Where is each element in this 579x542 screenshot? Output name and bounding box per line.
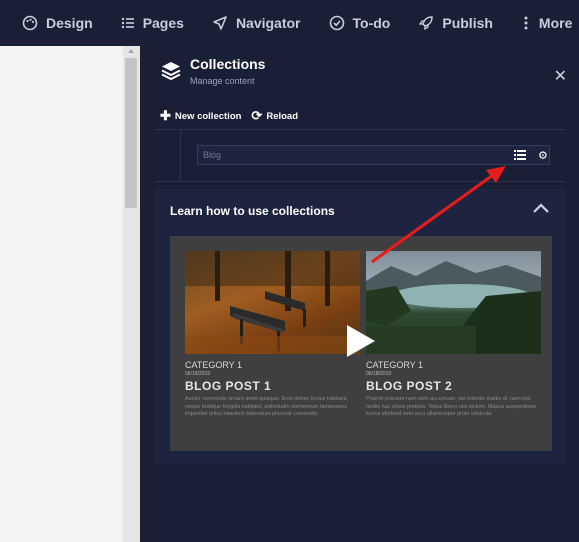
rocket-icon [419,16,434,31]
learn-section: Learn how to use collections CATEGORY 1 … [155,189,565,465]
post-1-date: 06/18/2019 [185,371,211,377]
nav-navigator[interactable]: Navigator [212,15,301,31]
list-items-icon[interactable] [514,150,526,160]
post-1-title: BLOG POST 1 [185,379,272,393]
nav-todo[interactable]: To-do [329,15,391,31]
palette-icon [22,15,38,31]
reload-button[interactable]: ⟳ Reload [251,108,298,124]
nav-more[interactable]: More [521,15,572,31]
navigation-arrow-icon [213,16,227,30]
nav-publish[interactable]: Publish [418,15,493,31]
vertical-dots-icon [524,16,528,30]
nav-publish-label: Publish [442,15,493,31]
top-navigation-bar: Design Pages Navigator To-do Publish Mor… [0,0,579,46]
new-collection-button[interactable]: ✚ New collection [160,108,241,124]
collection-item-blog[interactable]: Blog ⚙ [197,145,550,165]
nav-design-label: Design [46,15,93,31]
gear-icon[interactable]: ⚙ [538,149,548,162]
new-collection-label: New collection [174,110,242,122]
check-circle-icon [329,15,344,31]
nav-todo-label: To-do [352,15,391,31]
nav-navigator-label: Navigator [235,15,301,31]
panel-title: Collections [190,56,266,72]
panel-subtitle: Manage content [190,76,255,86]
post-1-category: CATEGORY 1 [185,360,243,370]
reload-label: Reload [266,110,299,122]
tutorial-video[interactable]: CATEGORY 1 06/18/2019 BLOG POST 1 Auctor… [170,236,552,451]
page-canvas[interactable] [0,46,140,542]
reload-icon: ⟳ [251,108,263,123]
nav-design[interactable]: Design [22,15,93,31]
divider [155,129,565,130]
blog-post-1-image [185,251,360,354]
collections-panel: Collections Manage content ✕ ✚ New colle… [140,46,579,542]
panel-header: Collections Manage content [160,56,265,86]
divider [155,181,565,182]
post-2-category: CATEGORY 1 [366,360,424,370]
canvas-scroll-thumb[interactable] [125,58,137,208]
post-2-excerpt: Potenti posuere nam sem accumsan, est lo… [366,396,537,417]
plus-icon: ✚ [160,108,171,123]
scroll-up-arrow-icon[interactable] [128,49,134,53]
close-icon[interactable]: ✕ [554,66,567,86]
learn-title: Learn how to use collections [170,204,335,218]
layers-icon [161,62,181,81]
chevron-up-icon[interactable] [533,203,549,213]
collection-name: Blog [203,150,222,160]
blog-post-2-image [366,251,541,354]
tree-line [180,130,181,182]
nav-more-label: More [538,15,573,31]
nav-pages-label: Pages [142,15,184,31]
play-icon[interactable] [347,325,375,357]
nav-pages[interactable]: Pages [121,15,184,31]
collections-toolbar: ✚ New collection ⟳ Reload [160,108,308,124]
post-2-date: 06/18/2019 [366,371,392,377]
list-icon [121,17,134,29]
post-1-excerpt: Auctor commodo ornare amet quisque. Eros… [185,396,348,417]
post-2-title: BLOG POST 2 [366,379,453,393]
